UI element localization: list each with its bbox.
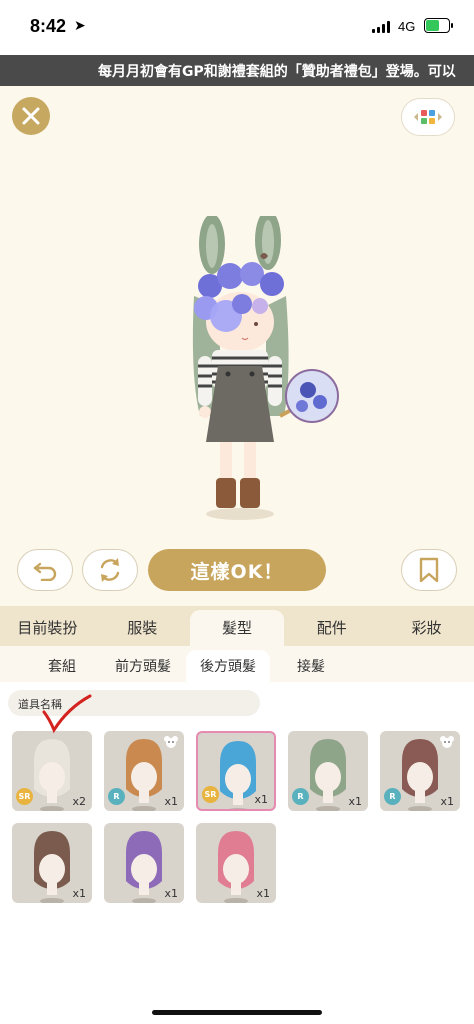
tab-current-outfit[interactable]: 目前裝扮 (0, 606, 95, 646)
tab-hairstyle[interactable]: 髮型 (189, 610, 285, 646)
item-count: x1 (72, 887, 86, 900)
tab-makeup[interactable]: 彩妝 (379, 606, 474, 646)
signal-icon (372, 21, 390, 33)
close-button[interactable] (12, 97, 50, 135)
subtab-extensions[interactable]: 接髮 (297, 656, 325, 676)
subtab-set[interactable]: 套組 (48, 656, 76, 676)
subtab-front-hair[interactable]: 前方頭髮 (115, 656, 171, 676)
location-arrow-icon: ➤ (74, 18, 86, 34)
hair-item[interactable]: x1 (196, 823, 276, 903)
announcement-banner[interactable]: 每月月初會有GP和謝禮套組的「贊助者禮包」登場。可以 (0, 55, 474, 86)
checkmark-annotation (42, 694, 92, 734)
subtab-back-hair[interactable]: 後方頭髮 (186, 650, 270, 684)
hair-item[interactable]: Rx1 (380, 731, 460, 811)
status-bar: 8:42 ➤ 4G (0, 0, 474, 55)
clock: 8:42 (30, 16, 67, 36)
bear-icon (440, 736, 454, 748)
home-indicator[interactable] (152, 1010, 322, 1015)
rarity-badge: SR (202, 786, 219, 803)
close-icon (22, 107, 40, 125)
hair-item[interactable]: Rx1 (104, 731, 184, 811)
hair-item[interactable]: Rx1 (288, 731, 368, 811)
tab-accessories[interactable]: 配件 (284, 606, 379, 646)
item-count: x2 (72, 795, 86, 808)
announcement-text: 每月月初會有GP和謝禮套組的「贊助者禮包」登場。可以 (98, 64, 456, 80)
item-count: x1 (348, 795, 362, 808)
view-toggle-button[interactable] (401, 98, 455, 136)
hair-item[interactable]: x1 (12, 823, 92, 903)
category-tabs: 目前裝扮 服裝 髮型 配件 彩妝 (0, 606, 474, 646)
undo-button[interactable] (17, 549, 73, 591)
rotate-button[interactable] (82, 549, 138, 591)
hair-item[interactable]: x1 (104, 823, 184, 903)
avatar-stage: 這樣OK！ (0, 86, 474, 606)
bookmark-icon (419, 557, 439, 583)
bookmark-button[interactable] (401, 549, 457, 591)
rarity-badge: R (292, 788, 309, 805)
item-count: x1 (164, 795, 178, 808)
item-count: x1 (254, 793, 268, 806)
tab-clothing[interactable]: 服裝 (95, 606, 190, 646)
confirm-button[interactable]: 這樣OK！ (148, 549, 326, 591)
network-type: 4G (398, 19, 416, 34)
hair-item[interactable]: SR x1 (196, 731, 276, 811)
bear-icon (164, 736, 178, 748)
undo-icon (33, 562, 57, 581)
avatar-character (192, 216, 339, 520)
item-count: x1 (164, 887, 178, 900)
item-count: x1 (256, 887, 270, 900)
rarity-badge: R (384, 788, 401, 805)
color-grid-icon (414, 110, 442, 124)
battery-icon (424, 18, 453, 33)
rarity-badge: SR (16, 788, 33, 805)
hair-item[interactable]: SR x2 (12, 731, 92, 811)
hair-subtabs: 套組 前方頭髮 後方頭髮 接髮 (0, 646, 474, 684)
rarity-badge: R (108, 788, 125, 805)
item-count: x1 (440, 795, 454, 808)
rotate-icon (100, 558, 120, 582)
